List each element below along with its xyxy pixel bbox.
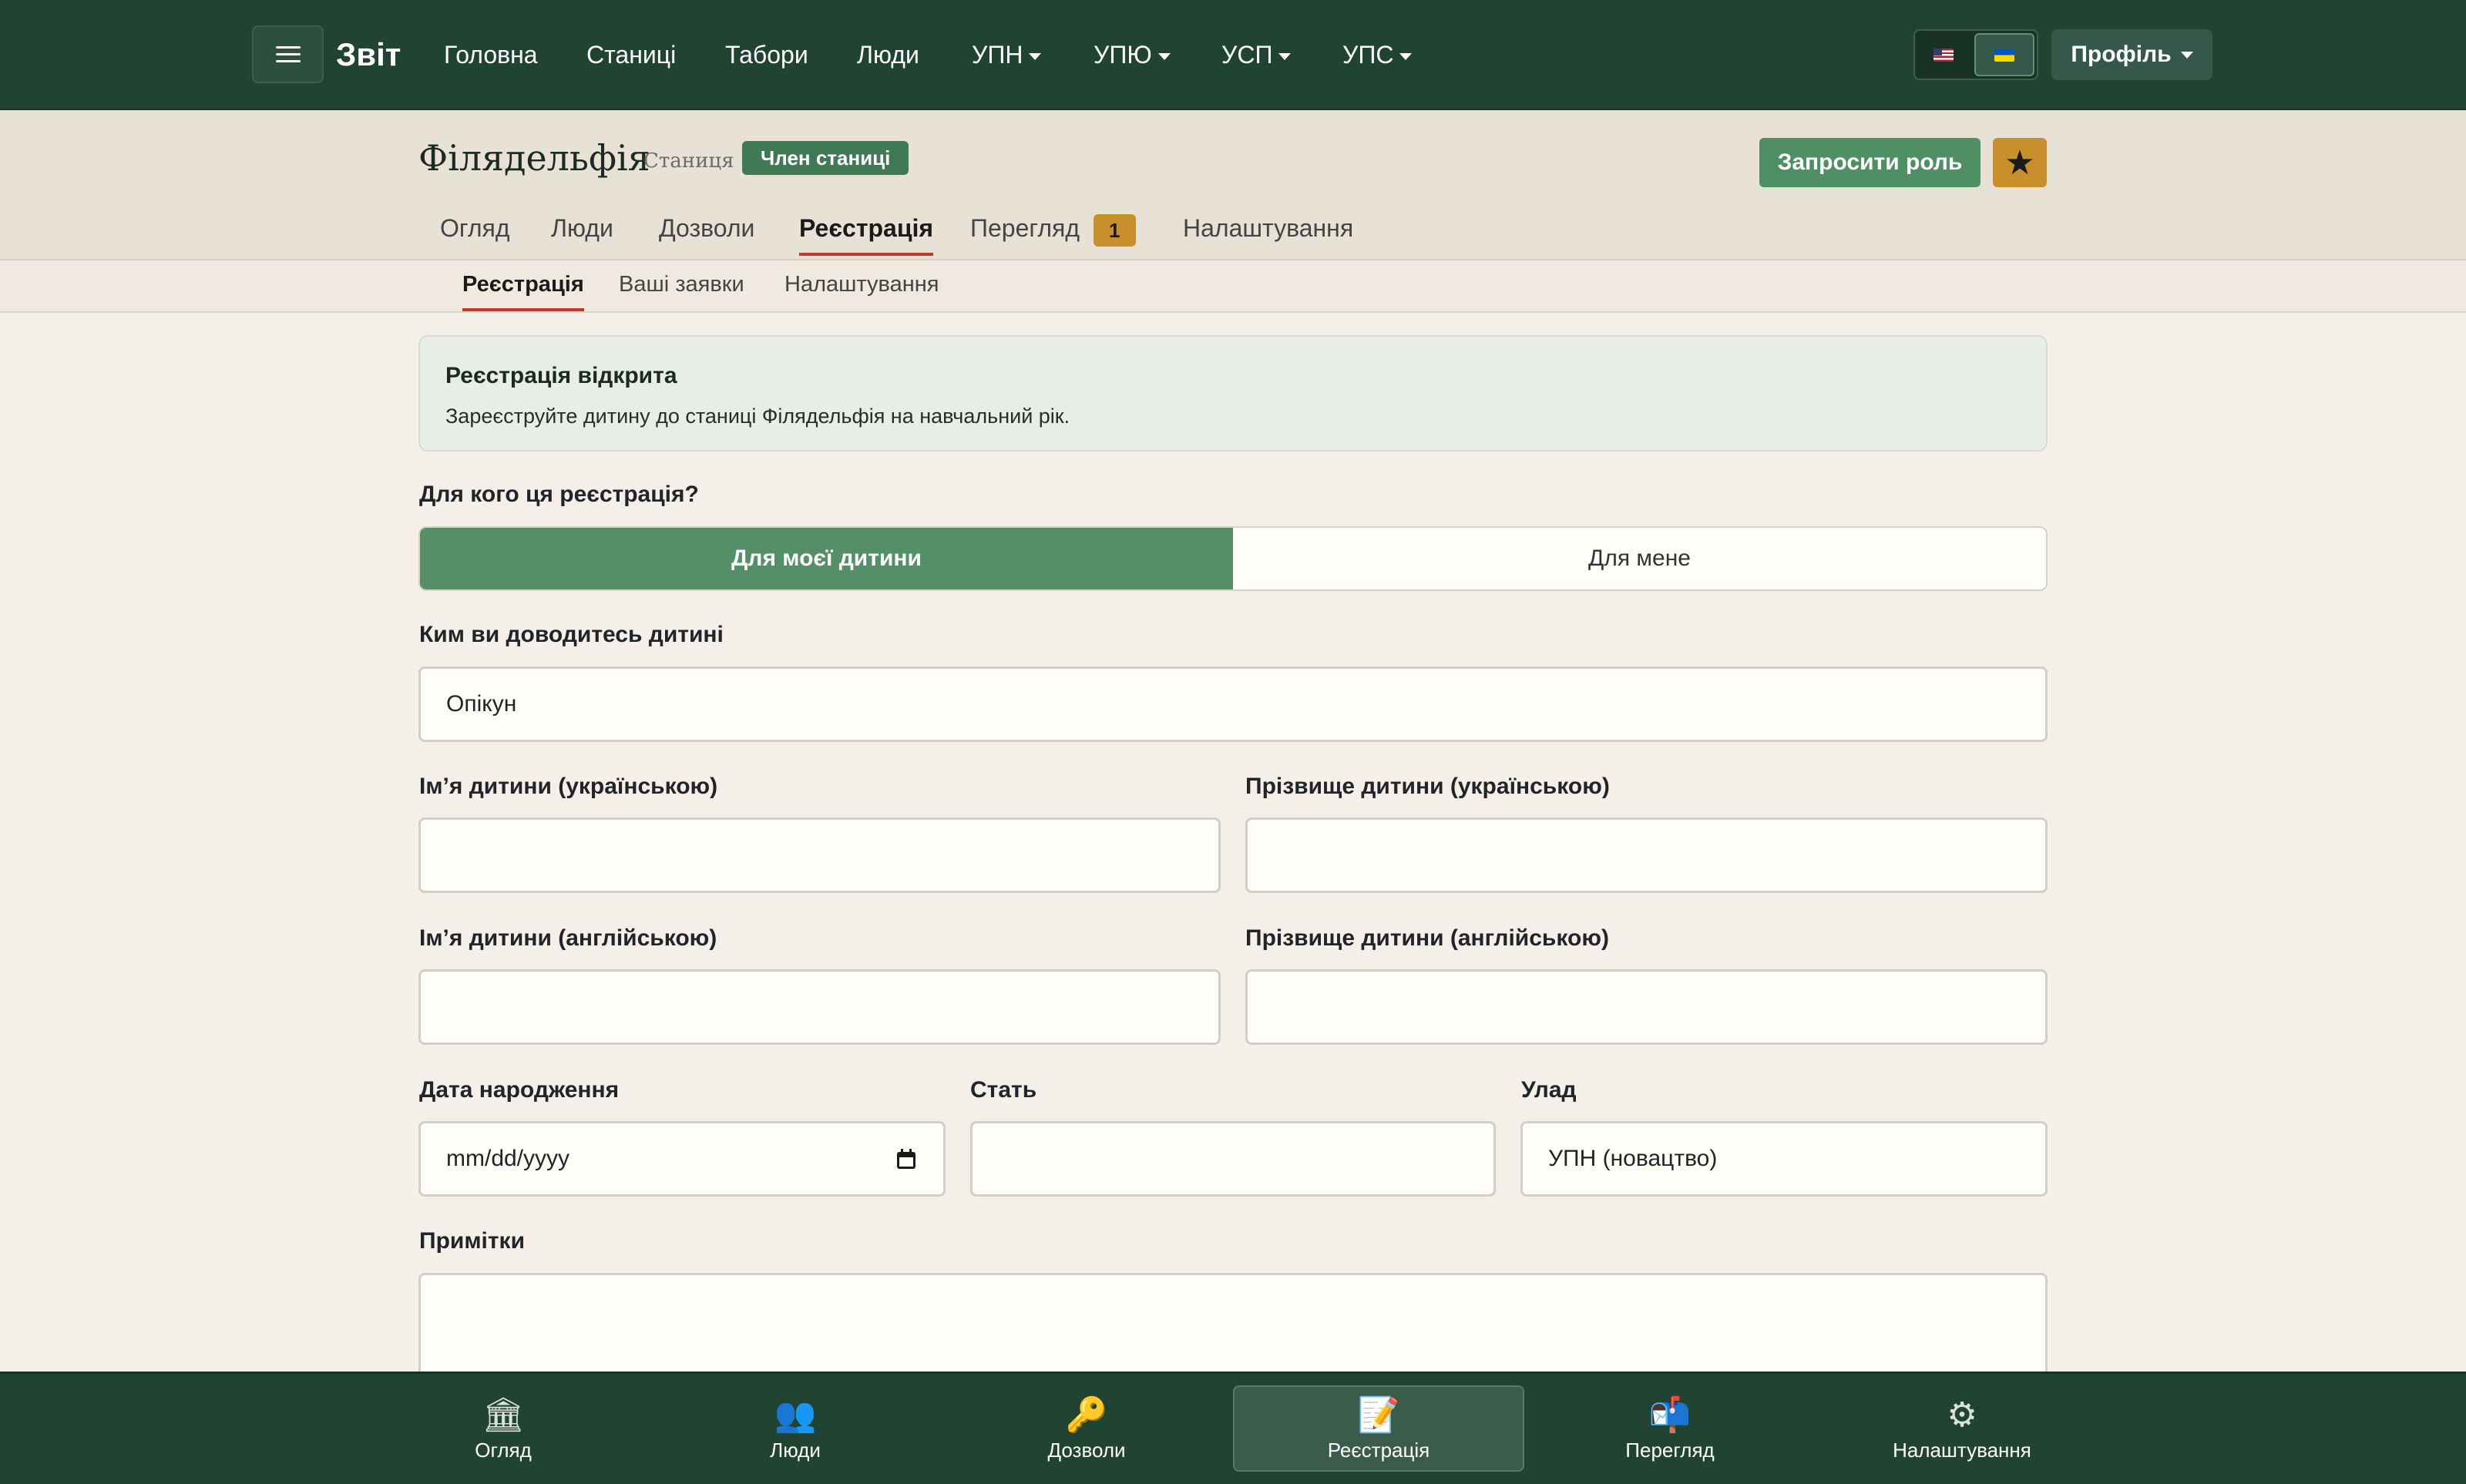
language-uk-button[interactable] <box>1974 33 2034 76</box>
caret-down-icon <box>2180 51 2193 59</box>
tab-settings[interactable]: Налаштування <box>1183 208 1353 256</box>
first-name-en-field[interactable] <box>418 969 1221 1045</box>
nav-stations-label: Станиці <box>586 41 677 69</box>
dob-label: Дата народження <box>419 1077 620 1103</box>
us-flag-icon <box>1933 48 1954 62</box>
last-name-en-field[interactable] <box>1245 969 2048 1045</box>
bottom-nav-people[interactable]: 👥 Люди <box>650 1385 941 1472</box>
menu-toggle-button[interactable] <box>252 25 324 83</box>
registration-open-alert: Реєстрація відкрита Зареєструйте дитину … <box>418 335 2048 452</box>
bottom-nav-review[interactable]: 📬 Перегляд <box>1524 1385 1816 1472</box>
dob-placeholder: mm/dd/yyyy <box>446 1146 570 1171</box>
first-name-en-label: Ім’я дитини (англійською) <box>419 925 717 951</box>
request-role-button[interactable]: Запросити роль <box>1759 138 1981 187</box>
brand-logo[interactable]: Звіт <box>336 31 401 79</box>
star-icon: ★ <box>2004 143 2035 182</box>
subtab-bar <box>0 260 2466 313</box>
nav-people[interactable]: Люди <box>857 31 919 79</box>
page-title: Філядельфія <box>418 137 650 179</box>
member-status-badge: Член станиці <box>742 141 909 175</box>
bottom-nav-registration-label: Реєстрація <box>1327 1438 1430 1462</box>
subtab-settings[interactable]: Налаштування <box>784 268 939 311</box>
bottom-nav-overview[interactable]: 🏛 Огляд <box>358 1385 649 1472</box>
last-name-uk-field[interactable] <box>1245 818 2048 893</box>
nav-people-label: Люди <box>857 41 919 69</box>
mailbox-icon: 📬 <box>1648 1395 1692 1434</box>
profile-label: Профіль <box>2071 42 2172 67</box>
first-name-uk-field[interactable] <box>418 818 1221 893</box>
bottom-nav-permissions[interactable]: 🔑 Дозволи <box>941 1385 1232 1472</box>
nav-upyu-label: УПЮ <box>1094 41 1152 69</box>
alert-title: Реєстрація відкрита <box>445 363 677 388</box>
language-en-button[interactable] <box>1915 31 1972 79</box>
page-subtitle: Станиця <box>643 149 734 173</box>
nav-upn-label: УПН <box>972 41 1023 69</box>
nav-camps[interactable]: Табори <box>725 31 808 79</box>
favorite-button[interactable]: ★ <box>1993 138 2047 187</box>
building-icon: 🏛 <box>482 1395 525 1434</box>
hamburger-icon <box>275 45 301 63</box>
bottom-nav-settings[interactable]: ⚙ Налаштування <box>1816 1385 2108 1472</box>
language-switcher <box>1913 29 2038 80</box>
subtab-registration[interactable]: Реєстрація <box>462 268 584 311</box>
last-name-uk-label: Прізвище дитини (українською) <box>1245 774 1610 799</box>
review-count-badge: 1 <box>1094 213 1136 247</box>
relation-label: Ким ви доводитесь дитині <box>419 622 724 647</box>
nav-usp-label: УСП <box>1221 41 1273 69</box>
caret-down-icon <box>1399 53 1413 61</box>
alert-text: Зареєструйте дитину до станиці Філядельф… <box>445 405 1070 428</box>
sex-select[interactable] <box>970 1121 1496 1197</box>
nav-upn-dropdown[interactable]: УПН <box>972 31 1042 79</box>
tab-people[interactable]: Люди <box>551 208 613 256</box>
tab-registration[interactable]: Реєстрація <box>799 208 934 256</box>
first-name-uk-label: Ім’я дитини (українською) <box>419 774 718 799</box>
bottom-nav-overview-label: Огляд <box>475 1438 532 1462</box>
profile-dropdown-button[interactable]: Профіль <box>2051 29 2212 80</box>
branch-select[interactable]: УПН (новацтво) <box>1520 1121 2048 1197</box>
bottom-nav-registration[interactable]: 📝 Реєстрація <box>1233 1385 1524 1472</box>
key-icon: 🔑 <box>1065 1395 1108 1434</box>
who-toggle: Для моєї дитини Для мене <box>418 526 2048 591</box>
nav-camps-label: Табори <box>725 41 808 69</box>
nav-upyu-dropdown[interactable]: УПЮ <box>1094 31 1171 79</box>
people-icon: 👥 <box>774 1395 817 1434</box>
top-navbar: Звіт Головна Станиці Табори Люди УПН УПЮ… <box>0 0 2466 110</box>
tab-permissions[interactable]: Дозволи <box>659 208 754 256</box>
bottom-nav-settings-label: Налаштування <box>1893 1438 2031 1462</box>
caret-down-icon <box>1029 53 1042 61</box>
tab-overview[interactable]: Огляд <box>440 208 510 256</box>
notes-label: Примітки <box>419 1228 526 1254</box>
ukraine-flag-icon <box>1994 48 2014 62</box>
caret-down-icon <box>1157 53 1171 61</box>
nav-ups-dropdown[interactable]: УПС <box>1342 31 1413 79</box>
for-my-child-option[interactable]: Для моєї дитини <box>420 528 1233 589</box>
bottom-nav-people-label: Люди <box>770 1438 821 1462</box>
relation-field[interactable]: Опікун <box>418 666 2048 742</box>
bottom-nav-review-label: Перегляд <box>1625 1438 1715 1462</box>
subtab-your-applications[interactable]: Ваші заявки <box>619 268 744 311</box>
for-me-option[interactable]: Для мене <box>1233 528 2046 589</box>
tab-review[interactable]: Перегляд 1 <box>970 208 1136 256</box>
who-label: Для кого ця реєстрація? <box>419 482 699 507</box>
nav-usp-dropdown[interactable]: УСП <box>1221 31 1292 79</box>
bottom-nav-permissions-label: Дозволи <box>1047 1438 1126 1462</box>
last-name-en-label: Прізвище дитини (англійською) <box>1245 925 1609 951</box>
nav-stations[interactable]: Станиці <box>586 31 676 79</box>
branch-label: Улад <box>1521 1077 1577 1103</box>
nav-home-label: Головна <box>444 41 538 69</box>
dob-field[interactable]: mm/dd/yyyy <box>418 1121 946 1197</box>
caret-down-icon <box>1278 53 1292 61</box>
gear-icon: ⚙ <box>1947 1395 1977 1434</box>
sex-label: Стать <box>970 1077 1037 1103</box>
memo-icon: 📝 <box>1357 1395 1400 1434</box>
nav-ups-label: УПС <box>1342 41 1394 69</box>
nav-home[interactable]: Головна <box>444 31 538 79</box>
calendar-icon[interactable] <box>897 1149 916 1169</box>
tab-review-label: Перегляд <box>970 214 1080 242</box>
